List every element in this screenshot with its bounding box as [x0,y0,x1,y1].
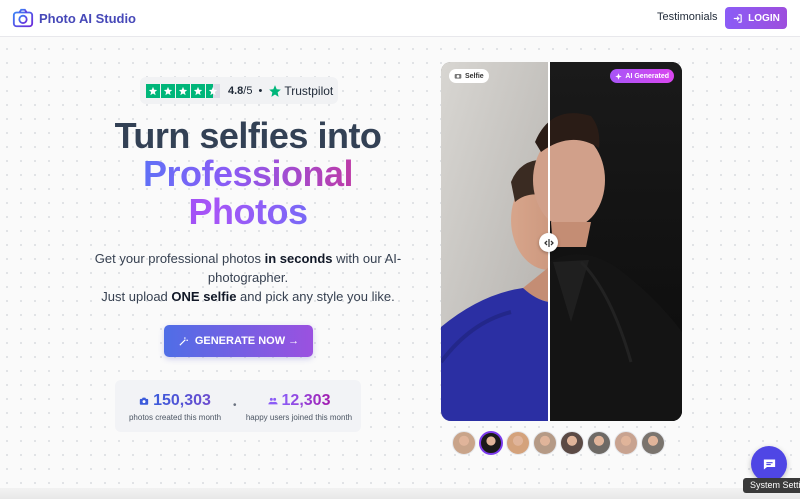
chat-icon [763,459,775,469]
chat-button[interactable] [751,446,787,482]
star-icon [176,83,190,98]
brand-name: Photo AI Studio [39,10,136,26]
headline-line-1: Turn selfies into [114,115,382,156]
half-star-icon [206,83,220,98]
bottom-edge [0,488,800,499]
trustpilot-badge[interactable]: 4.8/5 • Trustpilot [140,77,338,104]
style-thumbnail[interactable] [641,431,665,455]
nav-testimonials-link[interactable]: Testimonials [657,11,718,23]
generate-now-button[interactable]: GENERATE NOW → [164,325,313,357]
camera-icon [139,397,149,405]
before-after-comparison[interactable]: Selfie AI Generated [441,62,682,421]
style-thumbnail[interactable] [479,431,503,455]
headline-line-2: Professional [68,155,428,193]
hero-headline: Turn selfies into Professional Photos [68,117,428,231]
style-thumbnail[interactable] [506,431,530,455]
stats-panel: 150,303 photos created this month • 12,3… [115,380,361,432]
logo[interactable]: Photo AI Studio [12,7,136,29]
star-icon [161,83,175,98]
camera-logo-icon [12,8,34,28]
hero-subtext: Get your professional photos in seconds … [94,251,402,304]
trustpilot-star-icon [269,84,282,97]
users-icon [267,397,278,405]
login-icon [733,13,742,23]
rating-stars [146,83,220,98]
photos-stat: 150,303 photos created this month [123,392,227,422]
style-thumbnail[interactable] [452,431,476,455]
login-button[interactable]: LOGIN [725,7,787,29]
users-stat: 12,303 happy users joined this month [241,392,357,422]
star-icon [146,83,160,98]
users-label: happy users joined this month [245,413,353,422]
comparison-slider-handle[interactable] [539,233,558,252]
horizontal-arrows-icon [543,238,554,247]
login-label: LOGIN [748,12,780,24]
top-navbar: Photo AI Studio Testimonials LOGIN [0,0,800,37]
headline-line-3: Photos [68,193,428,231]
style-thumbnails [452,431,665,455]
style-thumbnail[interactable] [560,431,584,455]
separator-dot: • [258,84,263,97]
sparkle-icon [615,72,623,80]
ai-generated-badge: AI Generated [610,69,674,83]
photos-count: 150,303 [153,392,211,409]
style-thumbnail[interactable] [587,431,611,455]
style-thumbnail[interactable] [533,431,557,455]
camera-badge-icon [454,74,462,79]
portrait-image [441,62,682,421]
photos-label: photos created this month [128,413,222,422]
stats-separator: • [233,400,237,411]
trustpilot-name: Trustpilot [284,83,334,98]
magic-wand-icon [179,336,188,346]
style-thumbnail[interactable] [614,431,638,455]
system-settings-tooltip: System Settings [743,478,800,493]
generate-now-label: GENERATE NOW → [194,335,300,347]
users-count: 12,303 [281,392,331,409]
star-icon [191,83,205,98]
selfie-badge: Selfie [449,69,489,83]
rating-value: 4.8/5 [228,84,253,97]
